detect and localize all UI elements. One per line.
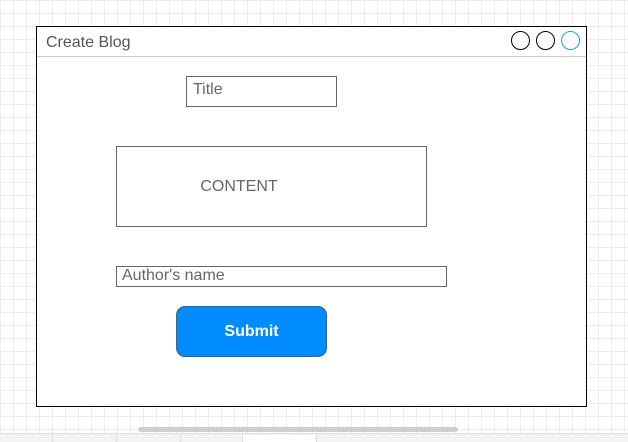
title-placeholder: Title	[193, 81, 223, 98]
create-blog-window: Create Blog Title CONTENT Author's name …	[36, 26, 587, 407]
submit-button[interactable]: Submit	[176, 306, 327, 357]
window-titlebar: Create Blog	[37, 27, 586, 57]
window-title: Create Blog	[46, 34, 131, 51]
content-placeholder: CONTENT	[200, 177, 278, 195]
title-input[interactable]: Title	[186, 76, 337, 107]
content-textarea[interactable]: CONTENT	[116, 146, 427, 227]
window-circle-button-2[interactable]	[536, 31, 555, 50]
window-circle-button-3[interactable]	[561, 31, 580, 50]
window-circle-button-1[interactable]	[511, 31, 530, 50]
author-name-input[interactable]: Author's name	[116, 266, 447, 287]
horizontal-scrollbar[interactable]	[138, 427, 458, 432]
author-placeholder: Author's name	[122, 267, 225, 284]
